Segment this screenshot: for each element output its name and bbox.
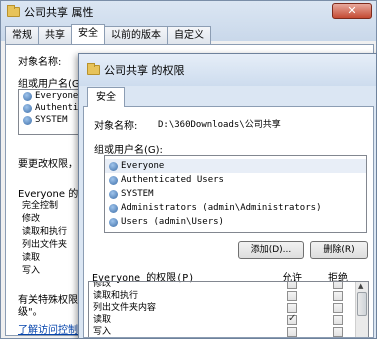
allow-checkbox[interactable] (287, 282, 297, 289)
folder-icon (87, 63, 100, 75)
user-row-authenticated[interactable]: Authenticat (19, 102, 95, 114)
deny-checkbox[interactable] (333, 315, 343, 325)
user-row-users[interactable]: Users (admin\Users) (105, 215, 366, 229)
scrollbar[interactable]: ▲ (355, 282, 368, 337)
perm-row-read: 读取 (89, 313, 368, 326)
access-control-link[interactable]: 了解访问控制 (18, 321, 78, 336)
allow-checkbox[interactable] (287, 327, 297, 337)
user-row-everyone[interactable]: Everyone (19, 90, 81, 102)
user-group-icon (109, 189, 118, 199)
user-icon (23, 91, 32, 101)
perm-item: 完全控制 (22, 200, 59, 211)
user-group-icon (109, 175, 118, 185)
add-button[interactable]: 添加(D)... (238, 241, 304, 259)
perm-row-list-folder: 列出文件夹内容 (89, 302, 368, 314)
remove-button[interactable]: 删除(R) (310, 241, 368, 259)
user-list[interactable]: Everyone Authenticated Users SYSTEM Admi… (104, 155, 367, 233)
perm-item: 读取 (22, 252, 41, 263)
tab-security[interactable]: 安全 (87, 87, 125, 107)
deny-checkbox[interactable] (333, 327, 343, 337)
user-row-system[interactable]: SYSTEM (19, 114, 81, 126)
special-permissions-text-2: 级"。 (18, 307, 43, 318)
user-icon (23, 103, 32, 113)
dialog-title: 公司共享 的权限 (104, 64, 185, 77)
user-list[interactable]: Everyone Authenticat SYSTEM (18, 89, 95, 135)
scrollbar-thumb[interactable] (357, 292, 367, 316)
tab-customize[interactable]: 自定义 (167, 26, 211, 44)
perm-row-write: 写入 (89, 326, 368, 337)
deny-checkbox[interactable] (333, 282, 343, 289)
perm-item: 写入 (22, 265, 41, 276)
tab-security[interactable]: 安全 (71, 24, 105, 44)
object-name-label: 对象名称: (18, 57, 62, 68)
folder-icon (7, 5, 20, 17)
scroll-up-icon[interactable]: ▲ (358, 282, 363, 290)
user-group-icon (109, 217, 118, 227)
window-title: 公司共享 属性 (24, 6, 94, 19)
close-button[interactable]: ✕ (332, 3, 372, 19)
group-label: 组或用户名(G): (94, 145, 163, 156)
tab-previous-versions[interactable]: 以前的版本 (104, 26, 168, 44)
permissions-dialog: 公司共享 的权限 安全 对象名称: D:\360Downloads\公司共享 组… (78, 53, 377, 339)
permission-list: 完全控制 修改 读取和执行 列出文件夹 读取 写入 (18, 199, 82, 285)
allow-checkbox[interactable] (287, 303, 297, 313)
tab-sharing[interactable]: 共享 (38, 26, 72, 44)
user-row-system[interactable]: SYSTEM (105, 187, 366, 201)
user-icon (23, 115, 32, 125)
user-group-icon (109, 203, 118, 213)
deny-checkbox[interactable] (333, 303, 343, 313)
permission-list[interactable]: 修改 读取和执行 列出文件夹内容 读取 写入 (88, 281, 369, 337)
perm-row-modify: 修改 (89, 282, 368, 290)
user-row-everyone[interactable]: Everyone (105, 159, 366, 173)
perm-item: 读取和执行 (22, 226, 68, 237)
deny-checkbox[interactable] (333, 291, 343, 301)
dialog-title-bar: 公司共享 的权限 (79, 54, 376, 86)
tab-general[interactable]: 常规 (5, 26, 39, 44)
object-name-label: 对象名称: (94, 121, 138, 132)
user-row-authenticated[interactable]: Authenticated Users (105, 173, 366, 187)
security-panel: 对象名称: D:\360Downloads\公司共享 组或用户名(G): Eve… (83, 106, 374, 338)
perm-item: 修改 (22, 213, 41, 224)
object-name-value: D:\360Downloads\公司共享 (158, 120, 281, 130)
allow-checkbox[interactable] (287, 313, 297, 325)
group-label: 组或用户名(G (18, 79, 80, 90)
allow-checkbox[interactable] (287, 291, 297, 301)
perm-item: 列出文件夹 (22, 239, 68, 250)
tab-bar: 常规 共享 安全 以前的版本 自定义 (5, 24, 211, 44)
change-permissions-text: 要更改权限， (18, 159, 78, 170)
user-row-administrators[interactable]: Administrators (admin\Administrators) (105, 201, 366, 215)
perm-row-read-execute: 读取和执行 (89, 290, 368, 302)
user-group-icon (109, 161, 118, 171)
title-bar: 公司共享 属性 (1, 1, 376, 23)
